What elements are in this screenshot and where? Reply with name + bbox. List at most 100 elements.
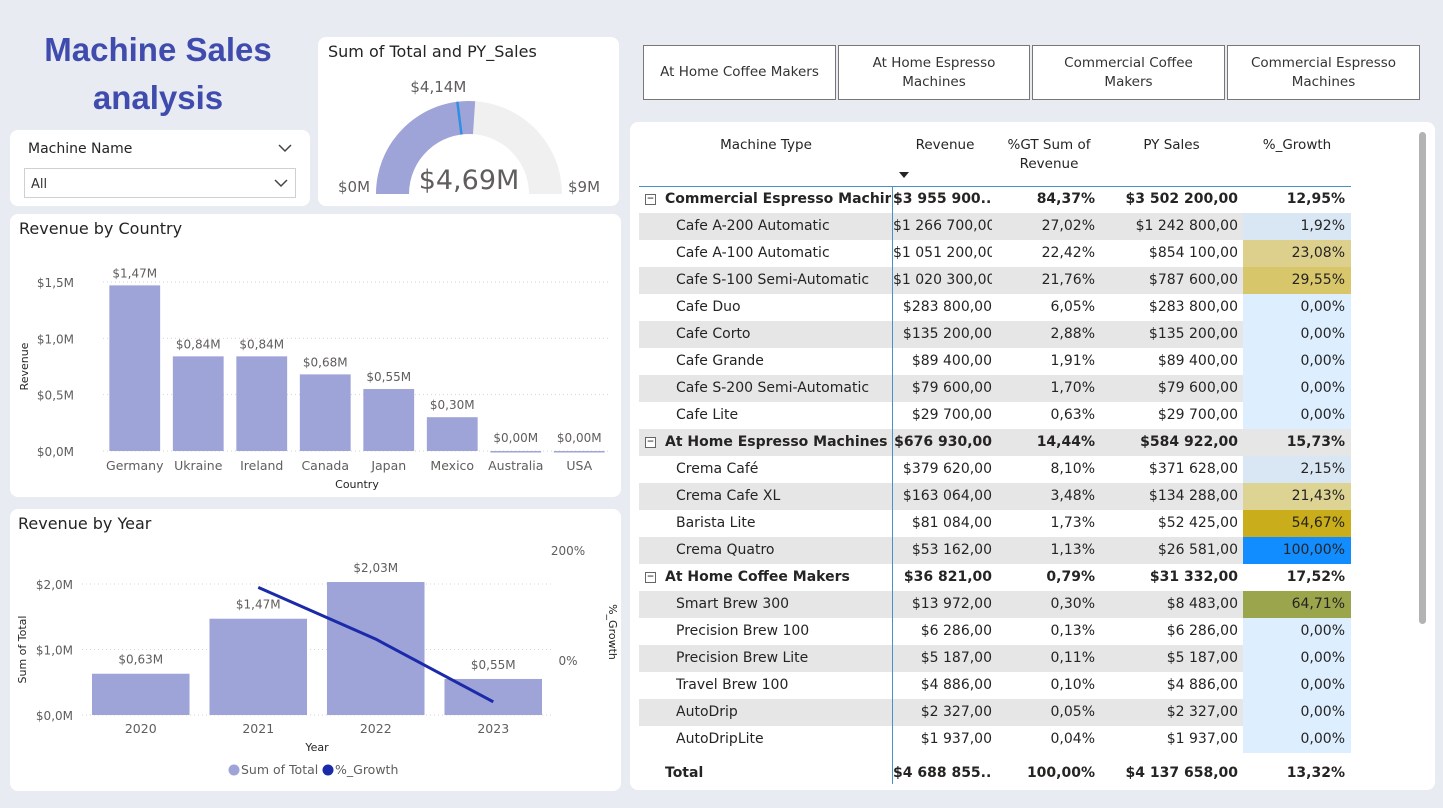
- cell-total-gt: 100,00%: [1026, 765, 1095, 781]
- data-label: $0,00M: [557, 431, 602, 445]
- table-row[interactable]: Smart Brew 300 $13 972,00 0,30% $8 483,00 64…: [639, 591, 1351, 618]
- bar: [236, 356, 288, 451]
- table-row[interactable]: Cafe Grande $89 400,00 1,91% $89 400,00 0,00…: [639, 348, 1351, 375]
- cell-growth: 0,00%: [1243, 402, 1351, 429]
- cell-growth: 2,15%: [1243, 456, 1351, 483]
- data-label: $0,63M: [118, 653, 163, 667]
- cell-growth: 0,00%: [1243, 699, 1351, 726]
- cell-machine-type: Cafe S-100 Semi-Automatic: [676, 272, 870, 288]
- table-row[interactable]: Precision Brew Lite $5 187,00 0,11% $5 187,…: [639, 645, 1351, 672]
- y-tick-label: $1,0M: [37, 332, 74, 346]
- cell-machine-type: Cafe A-100 Automatic: [676, 245, 830, 261]
- cell-growth: 29,55%: [1243, 267, 1351, 294]
- x-tick-label: Germany: [106, 458, 164, 473]
- cell-growth: 0,00%: [1243, 348, 1351, 375]
- cell-revenue: $2 327,00: [920, 704, 992, 720]
- bar: [426, 417, 478, 451]
- x-tick-label: USA: [566, 458, 592, 473]
- revenue-by-year-card: Revenue by Year $0,0M $1,0M $2,0M 0% 200% $0,…: [10, 509, 621, 791]
- cell-gt-percent: 2,88%: [1050, 326, 1095, 342]
- revenue-by-country-chart: $0,0M $0,5M $1,0M $1,5M $1,47M Germany $0,84M U…: [18, 266, 611, 491]
- sort-descending-icon: [899, 172, 909, 178]
- bar: [363, 389, 415, 451]
- cell-growth: 0,00%: [1243, 294, 1351, 321]
- bar: [553, 451, 605, 453]
- gauge-value-label: $4,69M: [419, 165, 520, 196]
- header-revenue[interactable]: Revenue: [904, 136, 986, 155]
- chevron-down-icon: [274, 179, 288, 188]
- header-py-sales[interactable]: PY Sales: [1119, 136, 1224, 155]
- table-row[interactable]: Crema Café $379 620,00 8,10% $371 628,00 2,1…: [639, 456, 1351, 483]
- cell-revenue: $379 620,00: [902, 461, 992, 477]
- cell-gt-percent: 84,37%: [1036, 191, 1095, 207]
- cell-gt-percent: 6,05%: [1050, 299, 1095, 315]
- cell-growth: 12,95%: [1286, 191, 1345, 207]
- table-group-row[interactable]: − At Home Espresso Machines $676 930,00 14,…: [639, 429, 1351, 456]
- cell-gt-percent: 8,10%: [1050, 461, 1095, 477]
- table-row[interactable]: Crema Cafe XL $163 064,00 3,48% $134 288,00…: [639, 483, 1351, 510]
- cell-gt-percent: 14,44%: [1036, 434, 1095, 450]
- cell-py-sales: $135 200,00: [1148, 326, 1238, 342]
- x-tick-label: Mexico: [430, 458, 474, 473]
- cell-py-sales: $26 581,00: [1157, 542, 1238, 558]
- cell-machine-type: Cafe Duo: [676, 299, 741, 315]
- table-group-row[interactable]: − Commercial Espresso Machines $3 955 900.…: [639, 186, 1351, 213]
- table-scrollbar[interactable]: [1419, 132, 1426, 624]
- header-gt-sum-revenue[interactable]: %GT Sum of Revenue: [1001, 136, 1097, 174]
- cell-py-sales: $6 286,00: [1166, 623, 1238, 639]
- cell-growth: 0,00%: [1243, 618, 1351, 645]
- table-row[interactable]: Cafe A-200 Automatic $1 266 700,00 27,02% $…: [639, 213, 1351, 240]
- table-row[interactable]: Cafe Duo $283 800,00 6,05% $283 800,00 0,00%: [639, 294, 1351, 321]
- table-row[interactable]: Cafe Lite $29 700,00 0,63% $29 700,00 0,00%: [639, 402, 1351, 429]
- collapse-icon[interactable]: −: [645, 572, 656, 583]
- cell-machine-type: AutoDrip: [676, 704, 738, 720]
- table-row[interactable]: Crema Quatro $53 162,00 1,13% $26 581,00 100…: [639, 537, 1351, 564]
- button-commercial-espresso-machines[interactable]: Commercial Espresso Machines: [1227, 45, 1420, 100]
- cell-gt-percent: 22,42%: [1041, 245, 1095, 261]
- cell-total-revenue: $4 688 855...: [893, 765, 992, 781]
- table-row[interactable]: Cafe S-200 Semi-Automatic $79 600,00 1,70%…: [639, 375, 1351, 402]
- table-row[interactable]: AutoDrip $2 327,00 0,05% $2 327,00 0,00%: [639, 699, 1351, 726]
- slicer-dropdown[interactable]: All: [24, 168, 296, 198]
- table-row[interactable]: Precision Brew 100 $6 286,00 0,13% $6 286,0…: [639, 618, 1351, 645]
- cell-py-sales: $2 327,00: [1166, 704, 1238, 720]
- header-growth[interactable]: %_Growth: [1243, 136, 1351, 155]
- button-at-home-espresso-machines[interactable]: At Home Espresso Machines: [838, 45, 1030, 100]
- collapse-icon[interactable]: −: [645, 194, 656, 205]
- table-row[interactable]: Cafe A-100 Automatic $1 051 200,00 22,42% $…: [639, 240, 1351, 267]
- cell-machine-type: Crema Quatro: [676, 542, 775, 558]
- button-commercial-coffee-makers[interactable]: Commercial Coffee Makers: [1032, 45, 1225, 100]
- table-total-row: Total $4 688 855... 100,00% $4 137 658,00 13…: [639, 757, 1351, 789]
- slicer-value: All: [31, 177, 48, 192]
- cell-revenue: $53 162,00: [911, 542, 992, 558]
- cell-revenue: $79 600,00: [911, 380, 992, 396]
- table-row[interactable]: Barista Lite $81 084,00 1,73% $52 425,00 54,…: [639, 510, 1351, 537]
- table-row[interactable]: Cafe Corto $135 200,00 2,88% $135 200,00 0,0…: [639, 321, 1351, 348]
- header-machine-type[interactable]: Machine Type: [665, 136, 867, 155]
- cell-gt-percent: 0,63%: [1050, 407, 1095, 423]
- cell-machine-type: Crema Cafe XL: [676, 488, 781, 504]
- cell-gt-percent: 0,13%: [1050, 623, 1095, 639]
- cell-py-sales: $4 886,00: [1166, 677, 1238, 693]
- cell-py-sales: $134 288,00: [1148, 488, 1238, 504]
- table-row[interactable]: Travel Brew 100 $4 886,00 0,10% $4 886,00 0,…: [639, 672, 1351, 699]
- cell-revenue: $4 886,00: [920, 677, 992, 693]
- button-at-home-coffee-makers[interactable]: At Home Coffee Makers: [643, 45, 836, 100]
- table-row[interactable]: Cafe S-100 Semi-Automatic $1 020 300,00 21…: [639, 267, 1351, 294]
- cell-machine-type: Travel Brew 100: [676, 677, 789, 693]
- cell-growth: 23,08%: [1243, 240, 1351, 267]
- x-tick-label: 2021: [242, 721, 274, 736]
- collapse-icon[interactable]: −: [645, 437, 656, 448]
- cell-revenue: $5 187,00: [920, 650, 992, 666]
- page-title: Machine Sales analysis: [44, 31, 272, 116]
- chevron-down-icon[interactable]: [277, 142, 293, 154]
- table-group-row[interactable]: − At Home Coffee Makers $36 821,00 0,79% $31…: [639, 564, 1351, 591]
- data-label: $0,30M: [430, 398, 475, 412]
- cell-gt-percent: 1,70%: [1050, 380, 1095, 396]
- y-tick-label: $2,0M: [36, 578, 73, 592]
- cell-machine-type: Cafe Lite: [676, 407, 739, 423]
- legend-marker-growth: [322, 764, 334, 776]
- cell-revenue: $1 020 300,00: [893, 272, 992, 288]
- table-row[interactable]: AutoDripLite $1 937,00 0,04% $1 937,00 0,00%: [639, 726, 1351, 753]
- cell-gt-percent: 1,91%: [1050, 353, 1095, 369]
